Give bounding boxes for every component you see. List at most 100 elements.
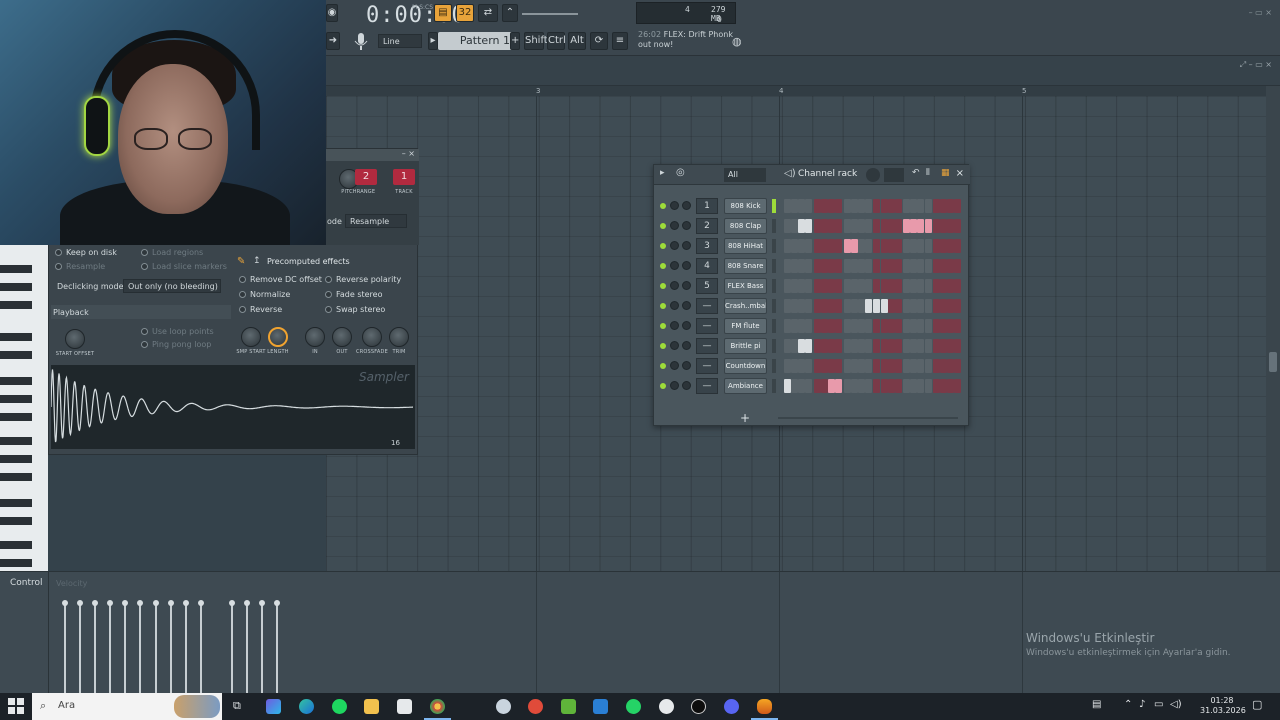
piano-black-key[interactable] [0, 301, 32, 309]
taskbar-search[interactable]: ⌕ Ara [32, 693, 222, 720]
normalize-option[interactable]: Normalize [239, 290, 290, 299]
step-button[interactable] [880, 259, 888, 273]
step-button[interactable] [805, 299, 813, 313]
step-button[interactable] [873, 319, 881, 333]
step-button[interactable] [954, 279, 962, 293]
velocity-bar[interactable] [229, 600, 235, 694]
velocity-bar[interactable] [77, 600, 83, 694]
channel-row[interactable]: — Ambiance [654, 377, 970, 395]
step-button[interactable] [924, 359, 932, 373]
step-button[interactable] [947, 379, 955, 393]
step-button[interactable] [835, 379, 843, 393]
step-button[interactable] [947, 339, 955, 353]
windows-start-icon[interactable] [8, 698, 24, 714]
step-button[interactable] [805, 219, 813, 233]
step-button[interactable] [791, 379, 799, 393]
channel-name-button[interactable]: Ambiance [724, 378, 767, 394]
step-button[interactable] [933, 359, 940, 373]
step-button[interactable] [843, 339, 851, 353]
step-button[interactable] [813, 339, 821, 353]
step-button[interactable] [813, 219, 821, 233]
step-button[interactable] [910, 299, 918, 313]
channel-led-icon[interactable] [660, 243, 666, 249]
velocity-bar[interactable] [153, 600, 159, 694]
step-button[interactable] [873, 299, 881, 313]
master-volume-slider[interactable] [522, 13, 578, 15]
step-button[interactable] [784, 259, 791, 273]
step-button[interactable] [805, 259, 813, 273]
step-button[interactable] [843, 199, 851, 213]
step-button[interactable] [894, 279, 902, 293]
velocity-bar[interactable] [274, 600, 280, 694]
step-button[interactable] [924, 319, 932, 333]
step-button[interactable] [820, 199, 828, 213]
channel-pan-knob[interactable] [670, 381, 679, 390]
piano-black-key[interactable] [0, 517, 32, 525]
step-button[interactable] [791, 199, 799, 213]
step-button[interactable] [917, 319, 925, 333]
step-button[interactable] [894, 299, 902, 313]
step-button[interactable] [933, 239, 940, 253]
range-value[interactable]: 2 [355, 169, 377, 185]
step-button[interactable] [894, 319, 902, 333]
channel-pan-knob[interactable] [670, 301, 679, 310]
graph-icon[interactable]: ⫴ [926, 168, 930, 178]
step-button[interactable] [791, 219, 799, 233]
step-button[interactable] [805, 239, 813, 253]
resample-mode-select[interactable]: Resample [345, 214, 407, 228]
step-button[interactable] [798, 239, 806, 253]
step-button[interactable] [798, 339, 806, 353]
channel-select-indicator[interactable] [772, 319, 776, 333]
channel-filter-select[interactable]: All [724, 168, 766, 182]
step-button[interactable] [880, 359, 888, 373]
step-button[interactable] [954, 359, 962, 373]
step-button[interactable] [850, 339, 858, 353]
pattern-prev-icon[interactable]: ▸ [428, 32, 438, 50]
step-button[interactable] [894, 219, 902, 233]
volume-icon[interactable]: ◁) [1170, 700, 1182, 710]
wait-icon[interactable]: ⇄ [478, 4, 498, 22]
step-button[interactable] [873, 259, 881, 273]
tray-chevron-icon[interactable]: ⌃ [1124, 700, 1132, 710]
keep-on-disk-option[interactable]: Keep on disk [55, 248, 117, 257]
microphone-icon[interactable] [348, 30, 374, 52]
step-button[interactable] [791, 279, 799, 293]
velocity-bar[interactable] [62, 600, 68, 694]
options-icon[interactable]: ◎ [676, 167, 685, 178]
scrollbar-thumb[interactable] [1269, 352, 1277, 372]
step-button[interactable] [843, 379, 851, 393]
step-button[interactable] [835, 299, 843, 313]
step-button[interactable] [857, 339, 865, 353]
velocity-bar[interactable] [92, 600, 98, 694]
channel-volume-knob[interactable] [682, 361, 691, 370]
step-button[interactable] [864, 339, 872, 353]
load-regions-option[interactable]: Load regions [141, 248, 203, 257]
channel-select-indicator[interactable] [772, 279, 776, 293]
step-button[interactable] [894, 259, 902, 273]
channel-name-button[interactable]: 808 Kick [724, 198, 767, 214]
step-button[interactable] [864, 219, 872, 233]
step-button[interactable] [820, 279, 828, 293]
step-button[interactable] [850, 319, 858, 333]
step-button[interactable] [924, 259, 932, 273]
channel-pan-knob[interactable] [670, 341, 679, 350]
load-slice-markers-option[interactable]: Load slice markers [141, 262, 227, 271]
step-button[interactable] [933, 279, 940, 293]
channel-name-button[interactable]: 808 Clap [724, 218, 767, 234]
step-button[interactable] [903, 259, 911, 273]
plugin-picker-icon[interactable]: ⟳ [590, 32, 608, 50]
smp-start-knob[interactable] [241, 327, 261, 347]
step-button[interactable] [933, 319, 940, 333]
app-icon[interactable] [496, 699, 511, 714]
step-button[interactable] [873, 379, 881, 393]
clock[interactable]: 01:28 31.03.2026 [1200, 696, 1246, 716]
step-button[interactable] [828, 279, 835, 293]
channel-pan-knob[interactable] [670, 241, 679, 250]
step-button[interactable] [903, 299, 911, 313]
window-controls-icon[interactable]: – ▭ × [1249, 8, 1272, 17]
channel-volume-knob[interactable] [682, 221, 691, 230]
step-button[interactable] [880, 279, 888, 293]
whatsapp-icon[interactable] [626, 699, 641, 714]
velocity-bar[interactable] [259, 600, 265, 694]
channel-select-indicator[interactable] [772, 359, 776, 373]
